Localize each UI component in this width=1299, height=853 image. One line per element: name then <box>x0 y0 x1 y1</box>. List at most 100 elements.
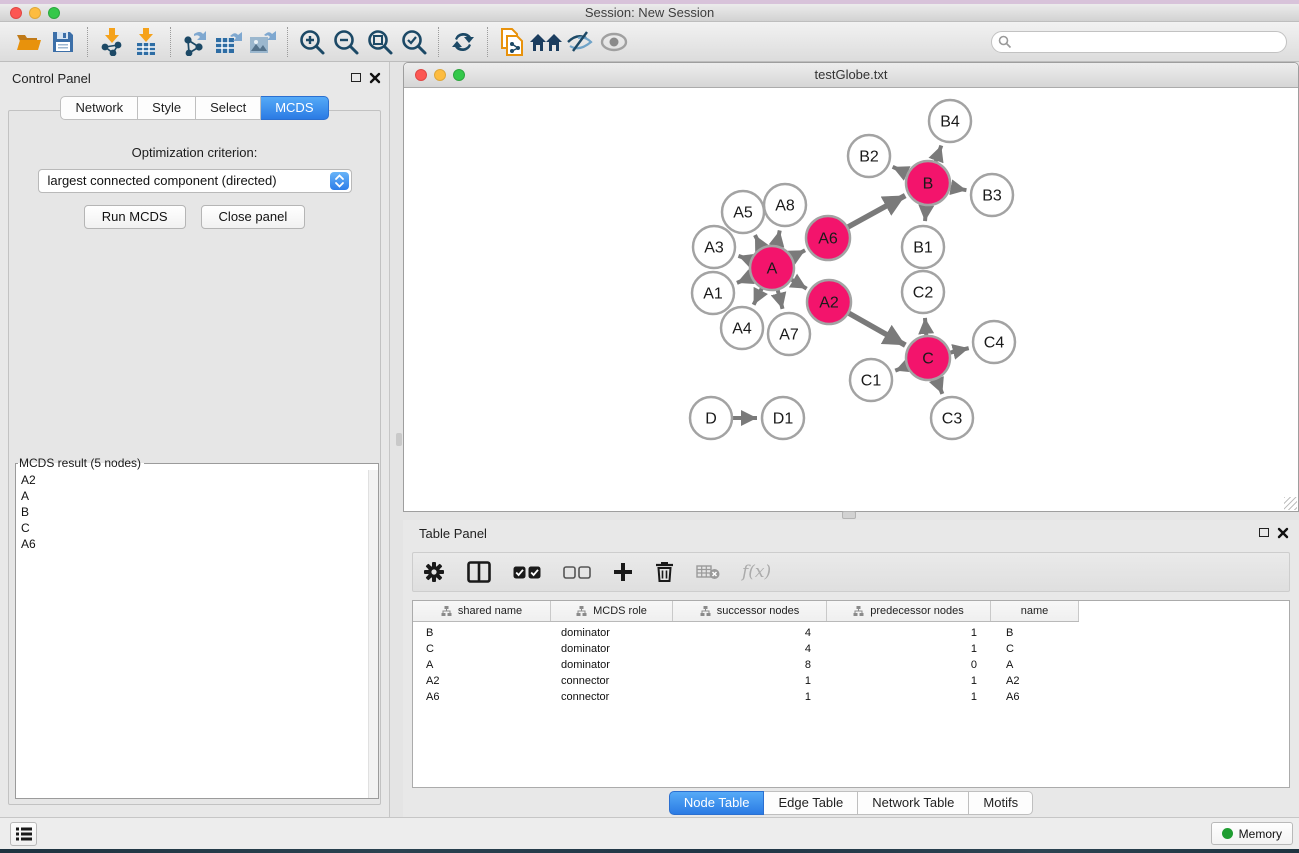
table-cell[interactable]: A6 <box>991 690 1079 706</box>
table-row[interactable]: A2connector11A2 <box>413 674 1289 690</box>
graph-node-D[interactable]: D <box>690 397 732 439</box>
settings-gear-icon[interactable] <box>423 561 445 583</box>
table-cell[interactable]: connector <box>551 674 673 690</box>
main-titlebar[interactable]: Session: New Session <box>0 4 1299 22</box>
column-header-shared-name[interactable]: shared name <box>413 601 551 621</box>
node-table[interactable]: shared name MCDS role successor nodes pr… <box>412 600 1290 788</box>
copy-session-document-icon[interactable] <box>495 26 529 58</box>
tab-mcds[interactable]: MCDS <box>261 96 328 120</box>
zoom-network-window-button[interactable] <box>453 69 465 81</box>
table-cell[interactable]: dominator <box>551 658 673 674</box>
graph-node-C4[interactable]: C4 <box>973 321 1015 363</box>
graph-node-A[interactable]: A <box>750 246 794 290</box>
mcds-result-item[interactable]: A2 <box>21 472 368 488</box>
open-folder-icon[interactable] <box>12 26 46 58</box>
search-input[interactable] <box>991 31 1287 53</box>
table-cell[interactable]: A2 <box>991 674 1079 690</box>
function-builder-icon[interactable]: f(x) <box>742 562 771 582</box>
zoom-window-button[interactable] <box>48 7 60 19</box>
graph-node-A1[interactable]: A1 <box>692 272 734 314</box>
close-table-panel-icon[interactable] <box>1277 527 1289 539</box>
table-cell[interactable]: A2 <box>413 674 551 690</box>
close-panel-icon[interactable] <box>369 72 381 84</box>
table-cell[interactable]: 1 <box>673 674 827 690</box>
table-cell[interactable]: B <box>991 626 1079 642</box>
tab-network[interactable]: Network <box>60 96 138 120</box>
graph-node-A5[interactable]: A5 <box>722 191 764 233</box>
float-table-panel-icon[interactable] <box>1259 528 1269 537</box>
graph-node-C2[interactable]: C2 <box>902 271 944 313</box>
table-cell[interactable]: 1 <box>673 690 827 706</box>
home-pair-icon[interactable] <box>529 26 563 58</box>
minimize-network-window-button[interactable] <box>434 69 446 81</box>
run-mcds-button[interactable]: Run MCDS <box>84 205 186 229</box>
table-cell[interactable]: dominator <box>551 626 673 642</box>
mcds-result-item[interactable]: A6 <box>21 536 368 552</box>
table-cell[interactable]: C <box>413 642 551 658</box>
table-cell[interactable]: 1 <box>827 626 991 642</box>
close-network-window-button[interactable] <box>415 69 427 81</box>
table-cell[interactable]: 0 <box>827 658 991 674</box>
table-row[interactable]: Adominator80A <box>413 658 1289 674</box>
table-cell[interactable]: 8 <box>673 658 827 674</box>
table-cell[interactable]: 1 <box>827 642 991 658</box>
graph-node-C[interactable]: C <box>906 336 950 380</box>
select-all-checkboxes-icon[interactable] <box>513 566 541 579</box>
tab-motifs[interactable]: Motifs <box>969 791 1033 815</box>
graph-node-A2[interactable]: A2 <box>807 280 851 324</box>
export-image-icon[interactable] <box>246 26 280 58</box>
column-header-name[interactable]: name <box>991 601 1079 621</box>
memory-button[interactable]: Memory <box>1211 822 1293 845</box>
graph-node-A6[interactable]: A6 <box>806 216 850 260</box>
zoom-in-icon[interactable] <box>295 26 329 58</box>
column-header-successor-nodes[interactable]: successor nodes <box>673 601 827 621</box>
graph-node-B1[interactable]: B1 <box>902 226 944 268</box>
graph-node-B2[interactable]: B2 <box>848 135 890 177</box>
column-layout-icon[interactable] <box>467 561 491 583</box>
graph-node-B[interactable]: B <box>906 161 950 205</box>
import-network-icon[interactable] <box>95 26 129 58</box>
refresh-icon[interactable] <box>446 26 480 58</box>
mcds-result-list[interactable]: A2ABCA6 <box>16 470 368 798</box>
save-icon[interactable] <box>46 26 80 58</box>
delete-column-icon[interactable] <box>655 561 674 583</box>
result-scrollbar[interactable] <box>368 470 378 798</box>
tab-select[interactable]: Select <box>196 96 261 120</box>
add-column-icon[interactable] <box>613 562 633 582</box>
float-panel-icon[interactable] <box>351 73 361 82</box>
mcds-result-item[interactable]: C <box>21 520 368 536</box>
table-cell[interactable]: dominator <box>551 642 673 658</box>
graph-node-D1[interactable]: D1 <box>762 397 804 439</box>
graph-node-B4[interactable]: B4 <box>929 100 971 142</box>
table-row[interactable]: A6connector11A6 <box>413 690 1289 706</box>
table-cell[interactable]: 1 <box>827 690 991 706</box>
delete-table-icon[interactable] <box>696 564 720 580</box>
network-canvas[interactable]: B4B2B3A8A5A3B1A1C2A4A7C4C1C3DD1BA6AA2C <box>404 88 1298 511</box>
splitter-drag-handle[interactable] <box>842 511 856 519</box>
network-graph[interactable]: B4B2B3A8A5A3B1A1C2A4A7C4C1C3DD1BA6AA2C <box>404 88 1298 511</box>
mcds-result-item[interactable]: A <box>21 488 368 504</box>
network-window-titlebar[interactable]: testGlobe.txt <box>404 63 1298 88</box>
table-cell[interactable]: A <box>413 658 551 674</box>
export-table-icon[interactable] <box>212 26 246 58</box>
table-cell[interactable]: 4 <box>673 626 827 642</box>
table-row[interactable]: Bdominator41B <box>413 626 1289 642</box>
mcds-result-item[interactable]: B <box>21 504 368 520</box>
tab-edge-table[interactable]: Edge Table <box>764 791 858 815</box>
minimize-window-button[interactable] <box>29 7 41 19</box>
window-resize-grip[interactable] <box>1284 497 1297 510</box>
zoom-out-icon[interactable] <box>329 26 363 58</box>
table-cell[interactable]: C <box>991 642 1079 658</box>
graph-node-A3[interactable]: A3 <box>693 226 735 268</box>
zoom-fit-icon[interactable] <box>363 26 397 58</box>
criterion-dropdown[interactable]: largest connected component (directed) <box>38 169 352 193</box>
zoom-selected-icon[interactable] <box>397 26 431 58</box>
graph-node-A7[interactable]: A7 <box>768 313 810 355</box>
import-table-icon[interactable] <box>129 26 163 58</box>
graph-node-A4[interactable]: A4 <box>721 307 763 349</box>
tab-node-table[interactable]: Node Table <box>669 791 765 815</box>
column-header-mcds-role[interactable]: MCDS role <box>551 601 673 621</box>
tab-style[interactable]: Style <box>138 96 196 120</box>
graph-node-B3[interactable]: B3 <box>971 174 1013 216</box>
table-cell[interactable]: A <box>991 658 1079 674</box>
